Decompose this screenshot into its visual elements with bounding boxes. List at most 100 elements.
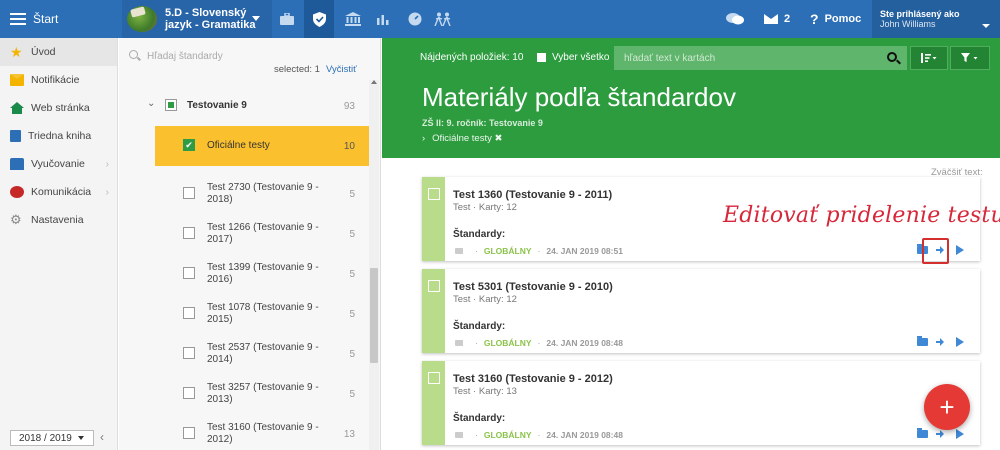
card-checkbox[interactable]: [428, 372, 440, 384]
add-material-button[interactable]: +: [924, 384, 970, 430]
material-card[interactable]: Test 5301 (Testovanie 9 - 2010) Test · K…: [422, 269, 980, 353]
tree-node-checkbox[interactable]: [165, 99, 177, 111]
tree-node-checkbox[interactable]: [183, 227, 195, 239]
card-footer: · GLOBÁLNY · 24. JAN 2019 08:48: [455, 338, 623, 348]
nav-item-uvod[interactable]: ★ Úvod: [0, 38, 117, 66]
tag-icon: [455, 432, 463, 438]
nav-item-label: Nastavenia: [31, 214, 84, 226]
sign-in-icon[interactable]: [936, 338, 946, 346]
search-icon[interactable]: [887, 52, 897, 62]
tree-node-label: Test 3257 (Testovanie 9 - 2013): [207, 382, 319, 405]
tree-node-checkbox[interactable]: [183, 347, 195, 359]
card-select-strip[interactable]: [422, 177, 445, 261]
card-search-input[interactable]: hľadať text v kartách: [614, 46, 907, 70]
card-date: 24. JAN 2019 08:48: [546, 430, 623, 440]
play-icon[interactable]: [956, 429, 964, 439]
tree-node-oficialne-testy[interactable]: ✔ Oficiálne testy 10: [155, 126, 369, 166]
folder-icon[interactable]: [917, 428, 928, 438]
tree-node[interactable]: Test 3257 (Testovanie 9 - 2013) 5: [119, 374, 369, 414]
help-button[interactable]: ? Pomoc: [810, 0, 861, 38]
clear-selection-link[interactable]: Vyčistiť: [326, 64, 357, 75]
active-filter-chip[interactable]: › Oficiálne testy ✖: [422, 133, 502, 144]
mail-button[interactable]: 2: [764, 0, 790, 38]
folder-icon[interactable]: [917, 336, 928, 346]
card-date: 24. JAN 2019 08:51: [546, 246, 623, 256]
tree-node-testovanie-9[interactable]: ⌄ Testovanie 9 93: [119, 86, 369, 126]
card-select-strip[interactable]: [422, 361, 445, 445]
card-select-strip[interactable]: [422, 269, 445, 353]
tree-node-checkbox[interactable]: [183, 427, 195, 439]
school-year-select[interactable]: 2018 / 2019: [10, 430, 94, 446]
home-icon: [10, 102, 24, 114]
standards-search-input[interactable]: Hľadaj štandardy: [147, 51, 223, 62]
class-avatar-icon: [127, 6, 157, 32]
nav-item-label: Triedna kniha: [28, 130, 92, 142]
card-scope: GLOBÁLNY: [483, 246, 532, 256]
materials-header: Nájdených položiek: 10 Vyber všetko hľad…: [382, 38, 1000, 158]
nav-item-komunikacia[interactable]: Komunikácia ›: [0, 178, 117, 206]
tree-node-label: Test 1266 (Testovanie 9 - 2017): [207, 222, 319, 245]
tree-node-label: Testovanie 9: [187, 100, 247, 111]
tree-scrollbar[interactable]: [369, 80, 379, 450]
card-title[interactable]: Test 1360 (Testovanie 9 - 2011): [453, 189, 612, 201]
nav-item-vyucovanie[interactable]: Vyučovanie ›: [0, 150, 117, 178]
people-icon[interactable]: [428, 0, 458, 38]
check-icon[interactable]: ✔: [183, 139, 195, 151]
tree-scrollbar-thumb[interactable]: [370, 268, 378, 363]
briefcase-icon[interactable]: [272, 0, 302, 38]
gauge-icon[interactable]: [400, 0, 430, 38]
nav-item-web-stranka[interactable]: Web stránka: [0, 94, 117, 122]
shield-icon[interactable]: [304, 0, 334, 38]
card-checkbox[interactable]: [428, 280, 440, 292]
user-label: Ste prihlásený ako: [880, 9, 960, 19]
class-selector[interactable]: 5.D - Slovenský jazyk - Gramatika: [122, 0, 272, 38]
institution-icon[interactable]: [338, 0, 368, 38]
tree-node-checkbox[interactable]: [183, 387, 195, 399]
standards-tree-panel: Hľadaj štandardy selected: 1 Vyčistiť ⌄ …: [119, 38, 381, 450]
top-bar: Štart 5.D - Slovenský jazyk - Gramatika …: [0, 0, 1000, 38]
tree-node-count: 13: [343, 428, 355, 440]
found-count: Nájdených položiek: 10: [420, 52, 524, 63]
messages-chat-button[interactable]: [726, 0, 744, 38]
class-name: 5.D - Slovenský jazyk - Gramatika: [165, 7, 256, 31]
card-title[interactable]: Test 3160 (Testovanie 9 - 2012): [453, 373, 613, 385]
tree-node[interactable]: Test 2730 (Testovanie 9 - 2018) 5: [119, 174, 369, 214]
help-label: Pomoc: [824, 13, 862, 25]
nav-item-triedna-kniha[interactable]: Triedna kniha: [0, 122, 117, 150]
nav-item-nastavenia[interactable]: ⚙ Nastavenia: [0, 206, 117, 234]
play-icon[interactable]: [956, 245, 964, 255]
tree-node[interactable]: Test 3160 (Testovanie 9 - 2012) 13: [119, 414, 369, 450]
nav-item-notifikacie[interactable]: Notifikácie: [0, 66, 117, 94]
tree-node-checkbox[interactable]: [183, 267, 195, 279]
material-card[interactable]: Test 3160 (Testovanie 9 - 2012) Test · K…: [422, 361, 980, 445]
collapse-sidebar-icon[interactable]: ‹: [100, 430, 104, 444]
sort-button[interactable]: [910, 46, 948, 70]
tree-node-checkbox[interactable]: [183, 307, 195, 319]
select-all-checkbox[interactable]: Vyber všetko: [537, 52, 609, 63]
card-footer: · GLOBÁLNY · 24. JAN 2019 08:51: [455, 246, 623, 256]
tag-icon: [455, 248, 463, 254]
card-checkbox[interactable]: [428, 188, 440, 200]
bar-chart-icon[interactable]: [368, 0, 398, 38]
tree-node[interactable]: Test 1078 (Testovanie 9 - 2015) 5: [119, 294, 369, 334]
card-title[interactable]: Test 5301 (Testovanie 9 - 2010): [453, 281, 613, 293]
card-actions: [917, 428, 964, 439]
tree-node[interactable]: Test 1266 (Testovanie 9 - 2017) 5: [119, 214, 369, 254]
chevron-down-icon[interactable]: ⌄: [147, 98, 155, 109]
chevron-down-icon: [982, 24, 990, 28]
play-icon[interactable]: [956, 337, 964, 347]
chevron-down-icon: [77, 436, 84, 440]
sign-in-icon[interactable]: [936, 430, 946, 438]
tree-node-count: 5: [349, 228, 355, 240]
scroll-up-icon[interactable]: [371, 80, 377, 84]
tree-node[interactable]: Test 2537 (Testovanie 9 - 2014) 5: [119, 334, 369, 374]
user-menu[interactable]: Ste prihlásený ako John Williams: [872, 0, 1000, 38]
nav-item-label: Komunikácia: [31, 186, 92, 198]
tree-node[interactable]: Test 1399 (Testovanie 9 - 2016) 5: [119, 254, 369, 294]
left-navigation: ★ Úvod Notifikácie Web stránka Triedna k…: [0, 38, 118, 450]
filter-button[interactable]: [950, 46, 990, 70]
chat-icon: [10, 186, 24, 198]
start-menu-button[interactable]: Štart: [0, 0, 120, 38]
tree-node-checkbox[interactable]: [183, 187, 195, 199]
standards-search[interactable]: Hľadaj štandardy selected: 1 Vyčistiť: [119, 38, 381, 76]
